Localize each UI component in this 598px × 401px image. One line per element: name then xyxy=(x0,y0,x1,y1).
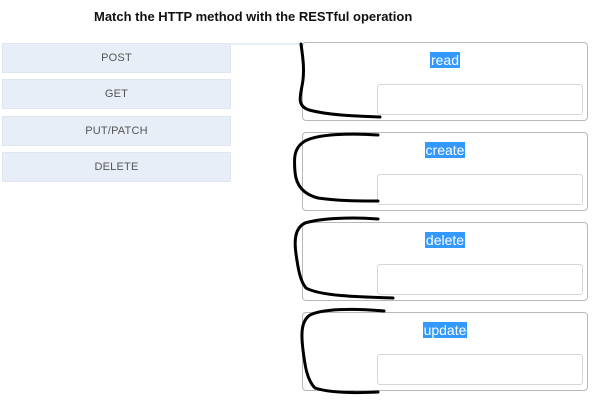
operation-label-create: create xyxy=(424,142,466,158)
method-item-delete[interactable]: DELETE xyxy=(2,152,231,182)
operation-label-update: update xyxy=(422,322,468,338)
method-item-post[interactable]: POST xyxy=(2,43,231,73)
operation-card-create: create xyxy=(302,132,588,211)
operation-card-update: update xyxy=(302,312,588,391)
method-item-get[interactable]: GET xyxy=(2,79,231,109)
method-item-put-patch[interactable]: PUT/PATCH xyxy=(2,116,231,146)
operation-label-delete: delete xyxy=(424,232,466,248)
drop-zone-update[interactable] xyxy=(377,354,583,385)
drop-zone-delete[interactable] xyxy=(377,264,583,295)
operation-card-read: read xyxy=(302,42,588,121)
source-item-highlight-edge xyxy=(231,43,301,45)
operation-card-delete: delete xyxy=(302,222,588,301)
question-title: Match the HTTP method with the RESTful o… xyxy=(94,9,413,24)
operation-label-read: read xyxy=(429,52,461,68)
drop-zone-read[interactable] xyxy=(377,84,583,115)
drop-zone-create[interactable] xyxy=(377,174,583,205)
